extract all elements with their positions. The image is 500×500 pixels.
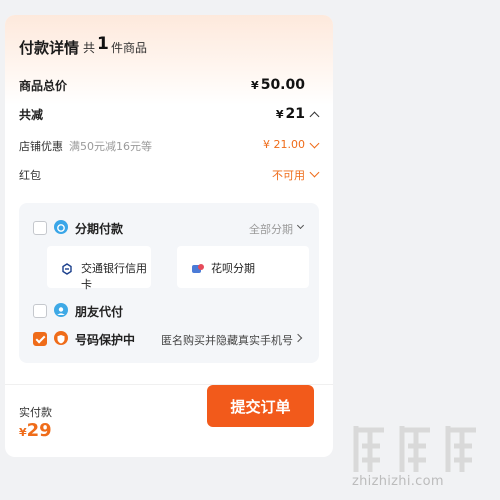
chevron-down-icon[interactable] (309, 138, 320, 149)
installment-option-bocom[interactable]: 交通银行信用卡 (47, 246, 151, 291)
store-discount-note: 满50元减16元等 (69, 140, 152, 153)
page-title: 付款详情 (19, 39, 80, 57)
installment-icon (54, 220, 68, 234)
friend-pay-checkbox[interactable] (33, 304, 47, 318)
store-discount-value[interactable]: ¥ 21.00 (263, 138, 305, 151)
item-count: 1 (97, 34, 109, 54)
discount-label: 共减 (19, 108, 44, 122)
paid-amount-value: ¥29 (19, 420, 52, 441)
number-protect-note[interactable]: 匿名购买并隐藏真实手机号 (161, 332, 293, 348)
watermark-url: zhizhizhi.com (352, 474, 444, 489)
red-packet-value[interactable]: 不可用 (272, 167, 305, 183)
item-count-prefix: 共 (83, 41, 96, 55)
bocom-logo-icon (61, 260, 73, 275)
currency-symbol: ¥ (251, 79, 259, 92)
red-packet-label: 红包 (19, 169, 41, 182)
chevron-down-icon[interactable] (309, 167, 320, 178)
friend-pay-icon (54, 303, 68, 317)
huabei-icon (191, 260, 205, 273)
discount-value[interactable]: ¥21 (276, 106, 305, 122)
installment-option-huabei[interactable]: 花呗分期 (177, 246, 309, 288)
installment-all-link[interactable]: 全部分期 (249, 221, 293, 237)
currency-symbol: ¥ (19, 426, 27, 439)
huabei-option-label: 花呗分期 (211, 262, 255, 275)
chevron-down-icon[interactable] (296, 221, 305, 230)
payment-options-panel: 分期付款 全部分期 交通银行信用卡 花呗分期 朋友代付 号码保护中 匿名购买并隐… (19, 203, 319, 363)
number-protect-label: 号码保护中 (75, 333, 136, 347)
paid-amount-label: 实付款 (19, 406, 52, 419)
total-price-label: 商品总价 (19, 79, 68, 93)
installment-checkbox[interactable] (33, 221, 47, 235)
submit-order-button[interactable]: 提交订单 (207, 385, 314, 427)
store-discount-label: 店铺优惠 (19, 140, 63, 153)
shield-icon (54, 331, 68, 345)
chevron-right-icon[interactable] (293, 333, 303, 343)
chevron-up-icon[interactable] (309, 111, 320, 122)
number-protect-checkbox[interactable] (33, 332, 47, 346)
total-price-value: ¥50.00 (251, 77, 305, 93)
bocom-option-label: 交通银行信用卡 (81, 262, 147, 291)
currency-symbol: ¥ (275, 108, 284, 121)
installment-label: 分期付款 (75, 222, 124, 236)
friend-pay-label: 朋友代付 (75, 305, 124, 319)
item-count-suffix: 件商品 (111, 41, 148, 55)
